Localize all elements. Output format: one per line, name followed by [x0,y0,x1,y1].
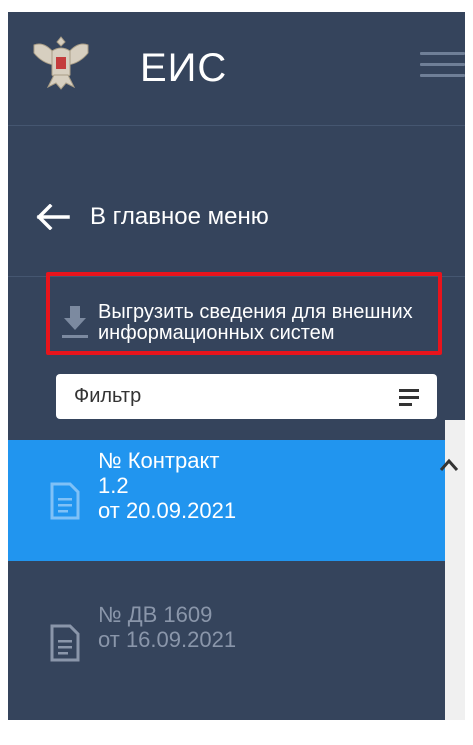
arrow-left-icon [36,204,70,230]
filter-dropdown[interactable]: Фильтр [56,374,437,419]
header: ЕИС [8,12,465,126]
app-title: ЕИС [140,46,228,90]
download-icon [62,306,88,338]
document-title: № Контракт [98,448,220,473]
sidebar-panel: ЕИС В главное меню Выгрузить сведения дл… [8,12,465,720]
document-title: № ДВ 1609 [98,602,213,627]
document-item-selected[interactable]: № Контракт 1.2 от 20.09.2021 [8,440,445,561]
emblem-icon [33,36,89,90]
document-item[interactable]: № ДВ 1609 от 16.09.2021 [8,602,445,702]
document-date: от 16.09.2021 [98,627,237,652]
export-label: Выгрузить сведения для внешних информаци… [98,301,413,344]
document-icon [50,482,80,520]
export-highlight-box: Выгрузить сведения для внешних информаци… [46,272,442,355]
filter-icon [399,388,419,406]
export-to-external-systems-button[interactable]: Выгрузить сведения для внешних информаци… [62,302,448,344]
filter-label: Фильтр [74,385,142,407]
back-label: В главное меню [90,203,269,230]
back-to-main-menu-link[interactable]: В главное меню [36,200,269,234]
document-text: № ДВ 1609 от 16.09.2021 [98,602,236,652]
document-date: от 20.09.2021 [98,498,237,523]
chevron-up-icon[interactable] [439,458,459,472]
document-text: № Контракт 1.2 от 20.09.2021 [98,448,236,523]
document-icon [50,624,80,662]
menu-icon[interactable] [420,52,465,84]
document-number: 1.2 [98,473,129,498]
